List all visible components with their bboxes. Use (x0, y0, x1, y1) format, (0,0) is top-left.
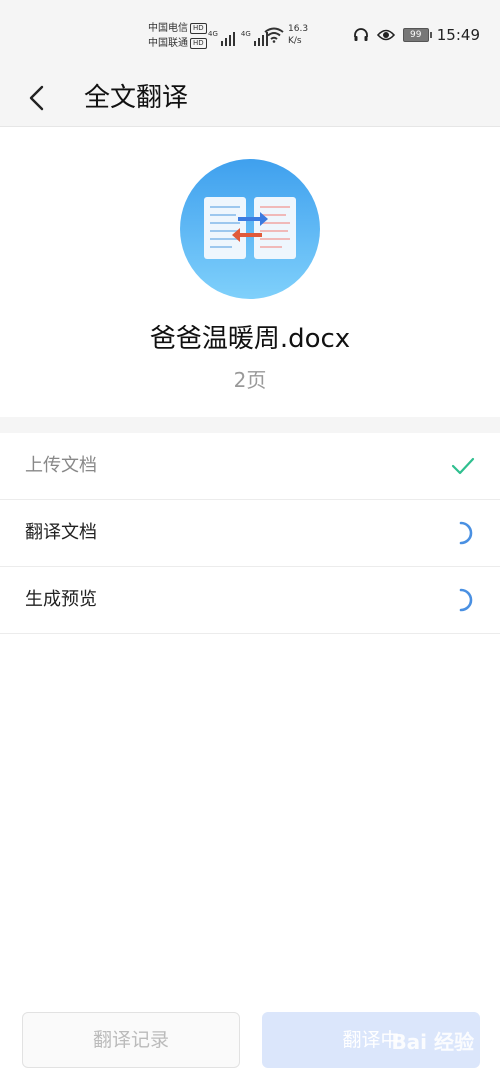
headset-icon (353, 28, 368, 41)
signal-icon-1: 4G (208, 30, 235, 46)
step-translate: 翻译文档 (0, 500, 500, 567)
network-speed: 16.3 K/s (288, 23, 308, 47)
status-bar: 中国电信 HD 中国联通 HD 4G 4G 16.3 K/s 99 15:49 (0, 0, 500, 70)
speed-value: 16.3 (288, 24, 309, 34)
eye-icon (376, 29, 395, 41)
signal-indicators: 4G 4G (208, 26, 268, 46)
step-label: 生成预览 (25, 589, 97, 610)
progress-steps: 上传文档 翻译文档 生成预览 (0, 433, 500, 634)
battery-icon: 99 (402, 28, 432, 42)
file-name: 爸爸温暖周.docx (149, 324, 351, 354)
spinner-icon (459, 521, 473, 545)
chevron-left-icon (29, 85, 44, 111)
clock: 15:49 (436, 26, 480, 44)
check-icon (451, 457, 475, 475)
network-type-2: 4G (240, 30, 251, 38)
app-header: 全文翻译 (0, 70, 500, 127)
network-type-1: 4G (208, 30, 218, 38)
hd-badge-2: HD (190, 37, 207, 49)
translation-history-button[interactable]: 翻译记录 (22, 1012, 240, 1068)
back-button[interactable] (18, 78, 58, 118)
file-card: 爸爸温暖周.docx 2页 (0, 127, 500, 417)
document-translate-icon (180, 159, 320, 299)
page-title: 全文翻译 (84, 83, 189, 113)
page-count: 2页 (233, 368, 267, 392)
watermark: Bai 经验 (391, 1030, 474, 1054)
carrier-2: 中国联通 (148, 38, 188, 49)
carrier-info: 中国电信 HD 中国联通 HD (148, 21, 207, 51)
speed-unit: K/s (288, 36, 302, 46)
wifi-icon (264, 27, 284, 43)
screen: 中国电信 HD 中国联通 HD 4G 4G 16.3 K/s 99 15:49 … (0, 0, 500, 1084)
step-label: 上传文档 (25, 455, 97, 476)
step-upload: 上传文档 (0, 433, 500, 500)
carrier-1: 中国电信 (148, 23, 188, 34)
step-preview: 生成预览 (0, 567, 500, 634)
status-right: 99 15:49 (353, 26, 480, 44)
step-label: 翻译文档 (25, 522, 97, 543)
spinner-icon (459, 588, 473, 612)
hd-badge-1: HD (190, 22, 207, 34)
